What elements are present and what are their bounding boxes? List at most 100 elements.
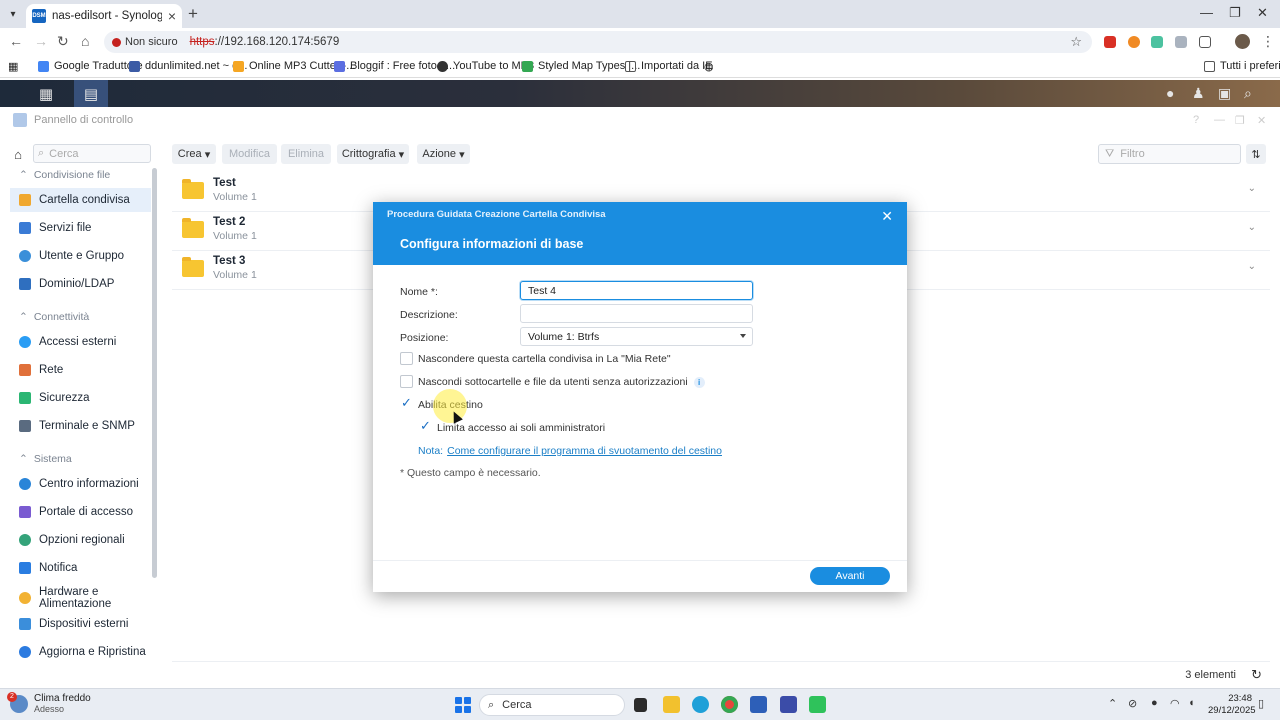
bookmark-icon bbox=[522, 60, 533, 72]
action-button[interactable]: Azione ▾ bbox=[417, 144, 470, 164]
bookmark-folder[interactable]: Importati da IE bbox=[625, 60, 713, 72]
delete-button[interactable]: Elimina bbox=[281, 144, 331, 164]
chrome-menu-icon[interactable]: ⋮ bbox=[1261, 33, 1275, 50]
control-panel-taskbar-icon[interactable]: ▤ bbox=[74, 80, 108, 107]
new-tab-icon[interactable]: + bbox=[188, 4, 198, 24]
chevron-down-icon[interactable]: ⌄ bbox=[1248, 261, 1256, 272]
extension-icon[interactable] bbox=[1175, 36, 1187, 48]
hide-subfolders-checkbox[interactable] bbox=[400, 375, 413, 388]
edit-button[interactable]: Modifica bbox=[222, 144, 277, 164]
address-bar[interactable]: Non sicuro https://192.168.120.174:5679 … bbox=[104, 31, 1092, 53]
tray-overflow-icon[interactable]: ⌃ bbox=[1108, 697, 1117, 710]
clock[interactable]: 23:48 29/12/2025 bbox=[1208, 693, 1256, 717]
main-menu-icon[interactable]: ▦ bbox=[29, 80, 63, 107]
weather-widget[interactable]: 2 Clima freddo Adesso bbox=[7, 692, 91, 714]
restore-icon[interactable]: ❐ bbox=[1229, 5, 1241, 21]
tab-search-icon[interactable]: ▾ bbox=[4, 5, 22, 23]
globe-icon[interactable]: ◍ bbox=[704, 60, 714, 73]
tab-close-icon[interactable]: × bbox=[168, 8, 176, 24]
section-system[interactable]: ⌃ Sistema bbox=[19, 453, 72, 465]
home-icon[interactable]: ⌂ bbox=[81, 33, 89, 49]
chrome-icon[interactable] bbox=[721, 696, 738, 713]
all-bookmarks[interactable]: Tutti i preferiti bbox=[1204, 60, 1280, 72]
close-icon[interactable]: ✕ bbox=[1257, 114, 1266, 127]
help-icon[interactable]: ? bbox=[1193, 114, 1199, 126]
chevron-down-icon[interactable]: ⌄ bbox=[1248, 222, 1256, 233]
chevron-down-icon[interactable]: ⌄ bbox=[1248, 183, 1256, 194]
bookmark-item[interactable]: Google Traduttore bbox=[38, 60, 143, 72]
sidebar-item-network[interactable]: Rete bbox=[10, 358, 151, 382]
encryption-button[interactable]: Crittografia ▾ bbox=[337, 144, 409, 164]
sidebar-item-security[interactable]: Sicurezza bbox=[10, 386, 151, 410]
sidebar-item-domain[interactable]: Dominio/LDAP bbox=[10, 272, 151, 296]
extension-icon[interactable] bbox=[1128, 36, 1140, 48]
sidebar-item-users[interactable]: Utente e Gruppo bbox=[10, 244, 151, 268]
section-connectivity[interactable]: ⌃ Connettività bbox=[19, 311, 89, 323]
edge-icon[interactable] bbox=[692, 696, 709, 713]
bookmark-star-icon[interactable]: ☆ bbox=[1070, 34, 1082, 50]
next-button[interactable]: Avanti bbox=[810, 567, 890, 585]
microphone-icon[interactable]: ● bbox=[1151, 697, 1158, 709]
sidebar-item-regional-options[interactable]: Opzioni regionali bbox=[10, 528, 151, 552]
sidebar-search-input[interactable]: ⌕ Cerca bbox=[33, 144, 151, 163]
file-explorer-icon[interactable] bbox=[663, 696, 680, 713]
notification-bell-icon[interactable]: ▯ bbox=[1258, 697, 1264, 710]
share-extension-icon[interactable] bbox=[1151, 36, 1163, 48]
app-icon[interactable] bbox=[780, 696, 797, 713]
forward-icon[interactable]: → bbox=[34, 33, 48, 49]
reload-icon[interactable]: ↻ bbox=[57, 33, 69, 50]
app-icon[interactable] bbox=[809, 696, 826, 713]
name-field[interactable]: Test 4 bbox=[520, 281, 753, 300]
task-view-icon[interactable] bbox=[634, 698, 647, 712]
volume-icon[interactable]: ◖ bbox=[1188, 697, 1195, 709]
sidebar-item-terminal[interactable]: Terminale e SNMP bbox=[10, 414, 151, 438]
sidebar-item-file-services[interactable]: Servizi file bbox=[10, 216, 151, 240]
info-icon[interactable]: i bbox=[693, 377, 705, 388]
sidebar-item-update-restore[interactable]: Aggiorna e Ripristina bbox=[10, 640, 151, 664]
store-icon[interactable] bbox=[750, 696, 767, 713]
description-field[interactable] bbox=[520, 304, 753, 323]
sidebar-item-login-portal[interactable]: Portale di accesso bbox=[10, 500, 151, 524]
filter-input[interactable]: ⛛ Filtro bbox=[1098, 144, 1241, 164]
maximize-icon[interactable]: ❐ bbox=[1235, 114, 1245, 127]
sidebar-item-external-devices[interactable]: Dispositivi esterni bbox=[10, 612, 151, 636]
back-icon[interactable]: ← bbox=[9, 33, 23, 49]
create-button[interactable]: Crea ▾ bbox=[172, 144, 216, 164]
bookmark-item[interactable]: ddunlimited.net ~ e... bbox=[129, 60, 247, 72]
wifi-icon[interactable]: ◠ bbox=[1170, 697, 1180, 710]
profile-avatar[interactable] bbox=[1235, 34, 1250, 49]
minimize-icon[interactable]: — bbox=[1200, 5, 1213, 20]
recycle-bin-schedule-link[interactable]: Come configurare il programma di svuotam… bbox=[447, 445, 722, 457]
network-off-icon[interactable]: ⊘ bbox=[1128, 697, 1137, 710]
hide-share-checkbox[interactable] bbox=[400, 352, 413, 365]
sidebar-item-external-access[interactable]: Accessi esterni bbox=[10, 330, 151, 354]
recycle-bin-checkbox[interactable] bbox=[400, 395, 413, 411]
sidebar-item-notification[interactable]: Notifica bbox=[10, 556, 151, 580]
location-select[interactable]: Volume 1: Btrfs bbox=[520, 327, 753, 346]
bookmark-item[interactable]: Styled Map Types |... bbox=[522, 60, 640, 72]
sidebar-item-shared-folder[interactable]: Cartella condivisa bbox=[10, 188, 151, 212]
refresh-icon[interactable]: ↻ bbox=[1251, 667, 1262, 683]
taskbar-search-input[interactable]: ⌕ Cerca bbox=[479, 694, 625, 716]
sidebar-scrollbar[interactable] bbox=[152, 168, 157, 578]
widgets-icon[interactable]: ▣ bbox=[1218, 85, 1231, 102]
close-icon[interactable]: ✕ bbox=[881, 208, 893, 225]
sidebar-item-info-center[interactable]: Centro informazioni bbox=[10, 472, 151, 496]
search-icon[interactable]: ⌕ bbox=[1244, 85, 1252, 102]
chat-icon[interactable]: ● bbox=[1166, 85, 1174, 101]
bookmark-item[interactable]: YouTube to MP3 bbox=[437, 60, 534, 72]
sidebar-item-hardware[interactable]: Hardware e Alimentazione bbox=[10, 584, 151, 612]
sort-icon[interactable]: ⇅ bbox=[1246, 144, 1266, 164]
not-secure-chip[interactable]: Non sicuro bbox=[112, 36, 178, 48]
user-icon[interactable]: ♟ bbox=[1192, 85, 1205, 102]
browser-tab[interactable]: DSM nas-edilsort - Synology NAS × bbox=[26, 4, 182, 28]
window-close-icon[interactable]: ✕ bbox=[1257, 5, 1268, 21]
adblock-extension-icon[interactable] bbox=[1104, 36, 1116, 48]
apps-grid-icon[interactable]: ▦ bbox=[8, 60, 18, 73]
minimize-icon[interactable]: — bbox=[1214, 114, 1225, 126]
section-file-sharing[interactable]: ⌃ Condivisione file bbox=[19, 169, 110, 181]
home-icon[interactable]: ⌂ bbox=[8, 145, 28, 163]
extensions-puzzle-icon[interactable] bbox=[1199, 36, 1211, 48]
admin-only-checkbox[interactable] bbox=[419, 418, 432, 434]
windows-start-icon[interactable] bbox=[455, 697, 471, 713]
